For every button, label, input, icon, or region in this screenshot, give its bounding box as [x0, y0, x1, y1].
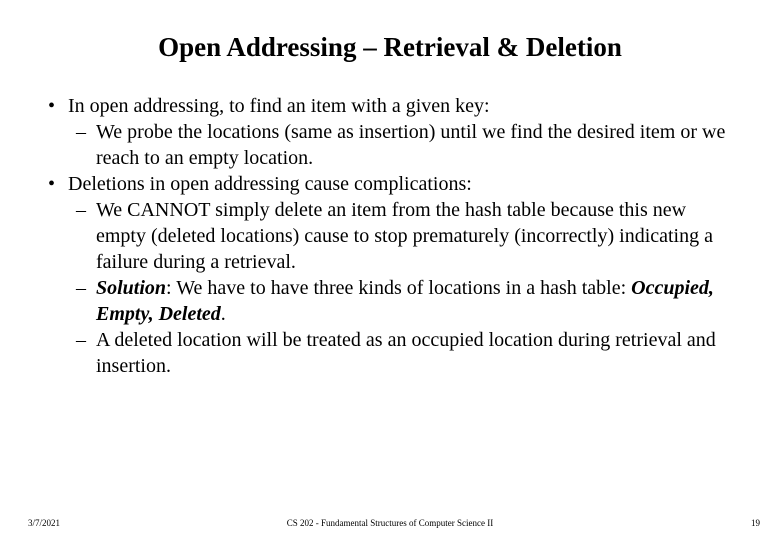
sub-bullet-item: A deleted location will be treated as an… [68, 327, 740, 379]
slide-title: Open Addressing – Retrieval & Deletion [0, 0, 780, 83]
solution-text: : We have to have three kinds of locatio… [166, 277, 631, 299]
bullet-text: Deletions in open addressing cause compl… [68, 173, 472, 195]
footer-page-number: 19 [751, 518, 760, 528]
bullet-item: Deletions in open addressing cause compl… [40, 171, 740, 379]
solution-label: Solution [96, 277, 166, 299]
solution-end: . [221, 303, 226, 325]
sub-bullet-item: We CANNOT simply delete an item from the… [68, 197, 740, 275]
sub-bullet-text: We CANNOT simply delete an item from the… [96, 199, 713, 273]
bullet-text: In open addressing, to find an item with… [68, 95, 490, 117]
sub-bullet-text: We probe the locations (same as insertio… [96, 121, 725, 169]
sub-bullet-text: A deleted location will be treated as an… [96, 329, 716, 377]
sub-bullet-item: We probe the locations (same as insertio… [68, 119, 740, 171]
slide-content: In open addressing, to find an item with… [0, 83, 780, 379]
footer-course: CS 202 - Fundamental Structures of Compu… [0, 518, 780, 528]
bullet-item: In open addressing, to find an item with… [40, 93, 740, 171]
slide: Open Addressing – Retrieval & Deletion I… [0, 0, 780, 540]
sub-bullet-item: Solution: We have to have three kinds of… [68, 275, 740, 327]
